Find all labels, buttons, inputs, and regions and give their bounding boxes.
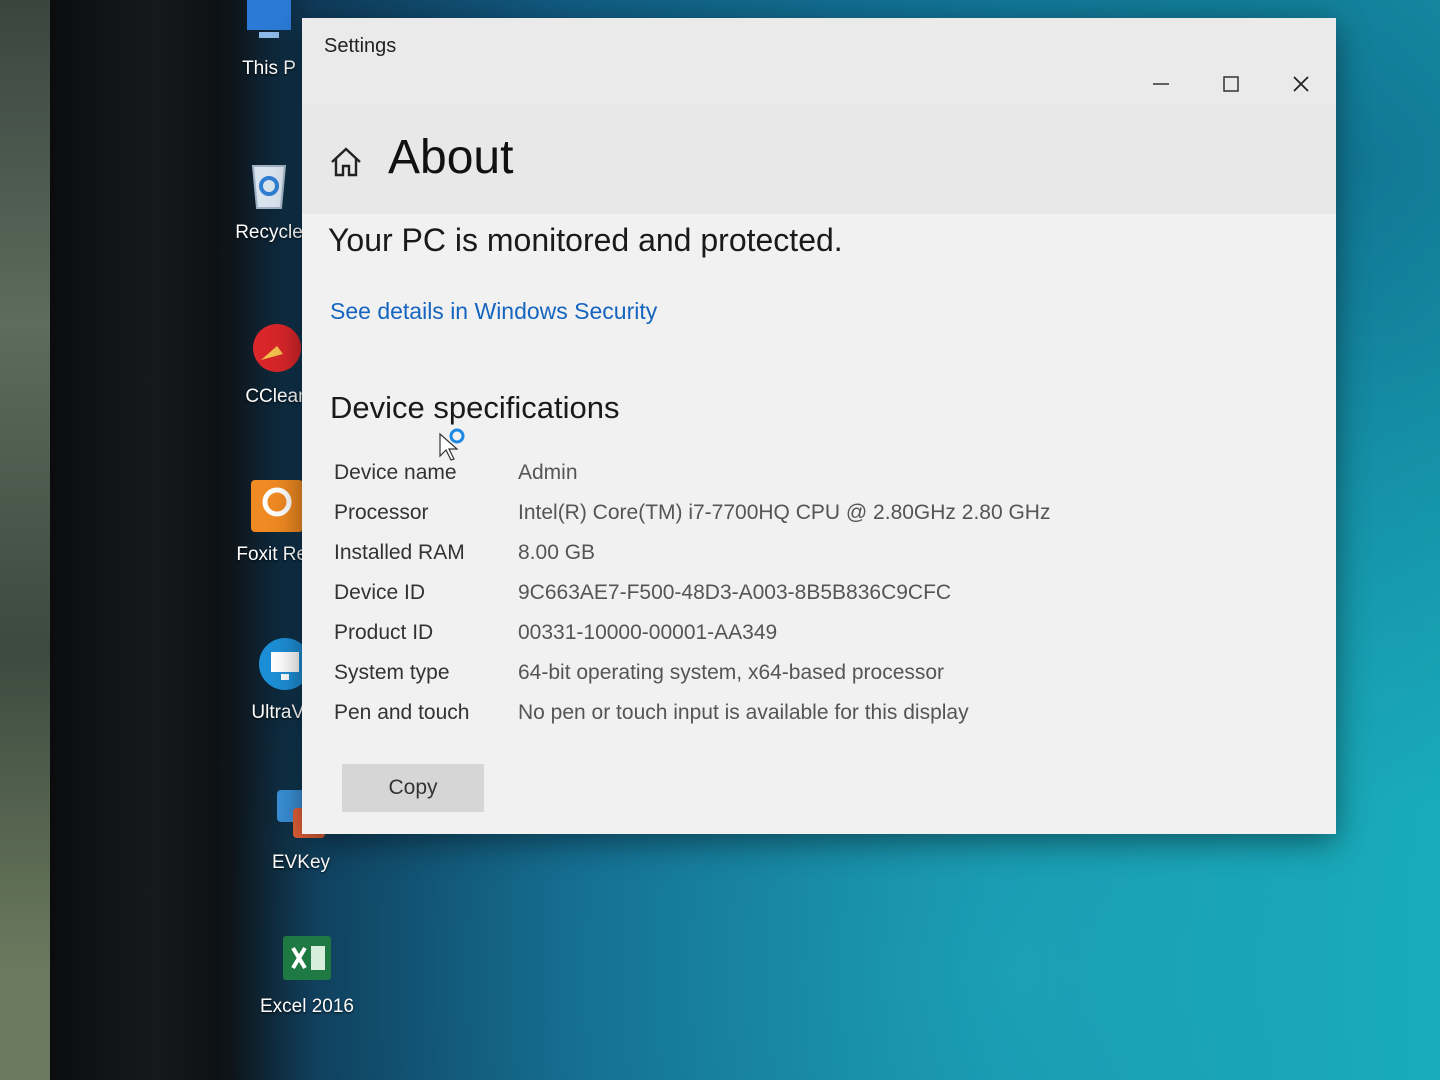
desktop-icon-label: CClean xyxy=(245,386,309,407)
close-icon xyxy=(1293,76,1309,92)
spec-row-device-id: Device ID 9C663AE7-F500-48D3-A003-8B5B83… xyxy=(334,580,1054,606)
close-button[interactable] xyxy=(1276,66,1326,102)
spec-value: Admin xyxy=(518,461,578,484)
about-content: Your PC is monitored and protected. See … xyxy=(302,214,1336,834)
desktop-icon-label: Recycle xyxy=(235,222,303,243)
excel-icon xyxy=(283,936,331,980)
windows-security-link[interactable]: See details in Windows Security xyxy=(330,298,657,325)
settings-window: Settings About Your PC is monitored and … xyxy=(302,18,1336,834)
ccleaner-icon xyxy=(253,324,301,372)
spec-value: 64-bit operating system, x64-based proce… xyxy=(518,661,945,684)
spec-label: Processor xyxy=(334,501,429,524)
spec-row-pen-and-touch: Pen and touch No pen or touch input is a… xyxy=(334,700,1054,726)
spec-value: Intel(R) Core(TM) i7-7700HQ CPU @ 2.80GH… xyxy=(518,501,1051,524)
specs-table: Device name Admin Processor Intel(R) Cor… xyxy=(334,460,1054,740)
spec-row-system-type: System type 64-bit operating system, x64… xyxy=(334,660,1054,686)
this-pc-icon xyxy=(247,0,291,38)
spec-label: Pen and touch xyxy=(334,701,470,724)
desktop-icon-label: Excel 2016 xyxy=(259,996,354,1017)
monitor-bezel xyxy=(50,0,220,1080)
title-bar[interactable]: Settings xyxy=(302,18,1336,104)
spec-row-installed-ram: Installed RAM 8.00 GB xyxy=(334,540,1054,566)
home-icon[interactable] xyxy=(328,144,364,180)
maximize-icon xyxy=(1223,76,1239,92)
spec-value: 8.00 GB xyxy=(518,541,596,564)
spec-row-device-name: Device name Admin xyxy=(334,460,1054,486)
desktop-icon-excel[interactable]: Excel 2016 xyxy=(252,930,362,1018)
copy-button[interactable]: Copy xyxy=(342,764,484,812)
page-title: About xyxy=(388,131,514,184)
spec-label: System type xyxy=(334,661,450,684)
spec-label: Device name xyxy=(334,461,457,484)
foxit-reader-icon xyxy=(251,480,303,532)
spec-value: 9C663AE7-F500-48D3-A003-8B5B836C9CFC xyxy=(518,581,952,604)
recycle-bin-icon xyxy=(251,165,287,209)
minimize-icon xyxy=(1153,83,1169,85)
spec-label: Product ID xyxy=(334,621,434,644)
spec-row-product-id: Product ID 00331-10000-00001-AA349 xyxy=(334,620,1054,646)
busy-cursor-icon xyxy=(439,428,465,461)
spec-value: 00331-10000-00001-AA349 xyxy=(518,621,778,644)
spec-label: Installed RAM xyxy=(334,541,465,564)
device-specifications-heading: Device specifications xyxy=(330,390,620,425)
spec-row-processor: Processor Intel(R) Core(TM) i7-7700HQ CP… xyxy=(334,500,1054,526)
page-header: About xyxy=(302,104,1336,214)
spec-label: Device ID xyxy=(334,581,426,604)
app-title: Settings xyxy=(324,35,397,57)
spec-value: No pen or touch input is available for t… xyxy=(518,701,969,724)
desktop-icon-label: This P xyxy=(242,58,296,79)
protection-status: Your PC is monitored and protected. xyxy=(328,222,843,258)
desktop-icon-label: EVKey xyxy=(271,852,331,873)
maximize-button[interactable] xyxy=(1206,66,1256,102)
minimize-button[interactable] xyxy=(1136,66,1186,102)
